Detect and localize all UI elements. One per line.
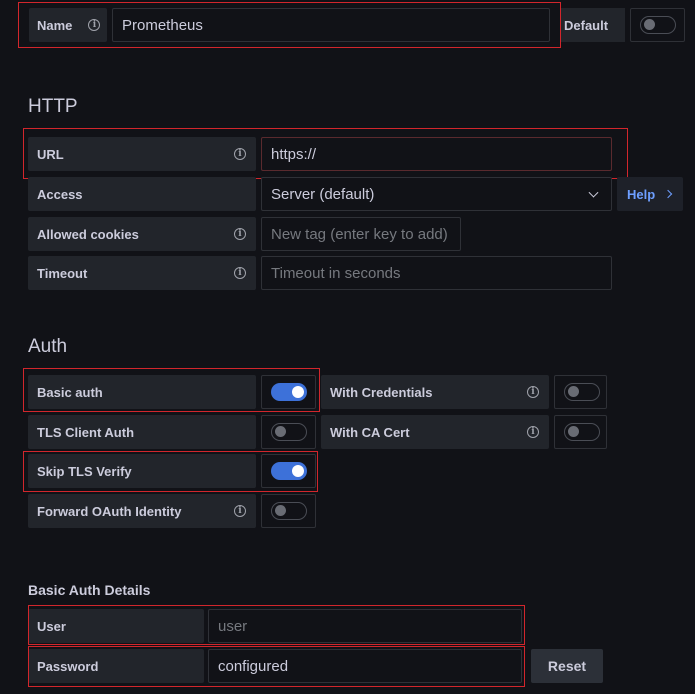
- basic-auth-label: Basic auth: [28, 375, 256, 409]
- name-label: Name i: [29, 8, 107, 42]
- default-label: Default: [561, 8, 625, 42]
- chevron-down-icon: [588, 187, 599, 198]
- auth-section-title: Auth: [28, 336, 68, 357]
- info-icon[interactable]: i: [527, 386, 539, 398]
- help-button-label: Help: [627, 186, 656, 202]
- with-ca-cert-label-text: With CA Cert: [330, 424, 410, 440]
- info-icon[interactable]: i: [234, 228, 246, 240]
- allowed-cookies-label: Allowed cookies i: [28, 217, 256, 251]
- tls-client-auth-label-text: TLS Client Auth: [37, 424, 135, 440]
- toggle-knob: [275, 505, 286, 516]
- reset-button[interactable]: Reset: [531, 649, 603, 683]
- allowed-cookies-label-text: Allowed cookies: [37, 226, 139, 242]
- url-input[interactable]: https://: [261, 137, 612, 171]
- password-input-value: configured: [218, 657, 289, 675]
- basic-auth-toggle-box[interactable]: [261, 375, 316, 409]
- basic-auth-toggle[interactable]: [271, 383, 307, 401]
- tls-client-auth-toggle-box[interactable]: [261, 415, 316, 449]
- url-label: URL i: [28, 137, 256, 171]
- with-ca-cert-toggle-box[interactable]: [554, 415, 607, 449]
- user-input[interactable]: user: [208, 609, 522, 643]
- reset-button-label: Reset: [547, 658, 587, 674]
- password-label: Password: [28, 649, 204, 683]
- user-placeholder: user: [218, 617, 248, 635]
- forward-oauth-toggle-box[interactable]: [261, 494, 316, 528]
- default-label-text: Default: [564, 17, 609, 33]
- default-toggle-box[interactable]: [630, 8, 685, 42]
- datasource-settings-page: Name i Prometheus Default HTTP URL i htt…: [0, 0, 695, 694]
- toggle-knob: [568, 386, 579, 397]
- url-label-text: URL: [37, 146, 64, 162]
- forward-oauth-toggle[interactable]: [271, 502, 307, 520]
- with-credentials-toggle[interactable]: [564, 383, 600, 401]
- help-button[interactable]: Help: [617, 177, 683, 211]
- http-section-title: HTTP: [28, 96, 78, 117]
- toggle-knob: [644, 19, 655, 30]
- allowed-cookies-input[interactable]: New tag (enter key to add): [261, 217, 461, 251]
- timeout-input[interactable]: Timeout in seconds: [261, 256, 612, 290]
- basic-auth-label-text: Basic auth: [37, 384, 103, 400]
- name-label-text: Name: [37, 17, 73, 33]
- tls-client-auth-label: TLS Client Auth: [28, 415, 256, 449]
- default-toggle[interactable]: [640, 16, 676, 34]
- access-label-text: Access: [37, 186, 83, 202]
- timeout-placeholder: Timeout in seconds: [271, 264, 401, 282]
- toggle-knob: [292, 465, 304, 477]
- skip-tls-verify-toggle-box[interactable]: [261, 454, 316, 488]
- access-select-value: Server (default): [271, 185, 375, 203]
- info-icon[interactable]: i: [527, 426, 539, 438]
- user-label: User: [28, 609, 204, 643]
- info-icon[interactable]: i: [234, 505, 246, 517]
- toggle-knob: [292, 386, 304, 398]
- tls-client-auth-toggle[interactable]: [271, 423, 307, 441]
- info-icon[interactable]: i: [88, 19, 101, 31]
- url-input-value: https://: [271, 145, 317, 163]
- password-label-text: Password: [37, 658, 99, 674]
- forward-oauth-label-text: Forward OAuth Identity: [37, 503, 182, 519]
- with-ca-cert-label: With CA Cert i: [321, 415, 549, 449]
- basic-auth-details-title: Basic Auth Details: [28, 582, 151, 598]
- name-input-value: Prometheus: [122, 16, 203, 34]
- info-icon[interactable]: i: [234, 267, 246, 279]
- forward-oauth-label: Forward OAuth Identity i: [28, 494, 256, 528]
- with-ca-cert-toggle[interactable]: [564, 423, 600, 441]
- with-credentials-toggle-box[interactable]: [554, 375, 607, 409]
- with-credentials-label-text: With Credentials: [330, 384, 433, 400]
- chevron-right-icon: [663, 189, 673, 199]
- toggle-knob: [568, 426, 579, 437]
- skip-tls-verify-label: Skip TLS Verify: [28, 454, 256, 488]
- name-input[interactable]: Prometheus: [112, 8, 550, 42]
- skip-tls-verify-label-text: Skip TLS Verify: [37, 463, 132, 479]
- timeout-label: Timeout i: [28, 256, 256, 290]
- skip-tls-verify-toggle[interactable]: [271, 462, 307, 480]
- password-input[interactable]: configured: [208, 649, 522, 683]
- toggle-knob: [275, 426, 286, 437]
- access-select[interactable]: Server (default): [261, 177, 612, 211]
- info-icon[interactable]: i: [234, 148, 246, 160]
- access-label: Access: [28, 177, 256, 211]
- timeout-label-text: Timeout: [37, 265, 88, 281]
- user-label-text: User: [37, 618, 66, 634]
- with-credentials-label: With Credentials i: [321, 375, 549, 409]
- allowed-cookies-placeholder: New tag (enter key to add): [271, 225, 448, 243]
